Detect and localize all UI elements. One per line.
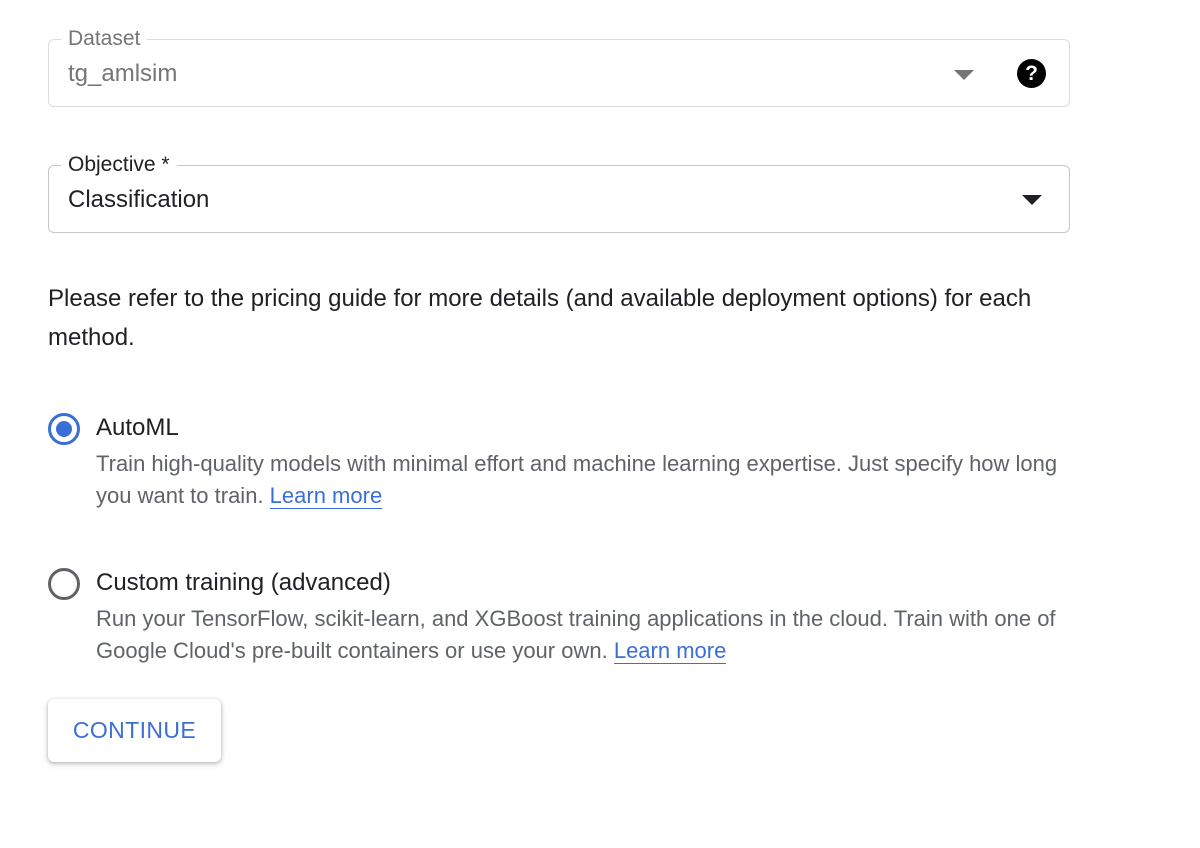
automl-title: AutoML bbox=[96, 414, 179, 441]
automl-radio[interactable] bbox=[48, 413, 80, 445]
dataset-label: Dataset bbox=[61, 26, 148, 52]
custom-training-learn-more-link[interactable]: Learn more bbox=[613, 638, 727, 664]
objective-label: Objective * bbox=[61, 152, 177, 178]
pricing-info-text: Please refer to the pricing guide for mo… bbox=[48, 285, 1032, 351]
custom-training-description: Run your TensorFlow, scikit-learn, and X… bbox=[96, 603, 1076, 667]
automl-learn-more-link[interactable]: Learn more bbox=[269, 483, 383, 509]
help-icon[interactable]: ? bbox=[1017, 59, 1046, 88]
objective-value: Classification bbox=[68, 186, 210, 213]
dataset-select: Dataset tg_amlsim ? bbox=[48, 26, 1070, 107]
automl-description-text: Train high-quality models with minimal e… bbox=[96, 451, 1058, 508]
arrow-drop-down-icon bbox=[954, 70, 974, 80]
continue-button[interactable]: CONTINUE bbox=[48, 699, 221, 762]
objective-select[interactable]: Objective * Classification bbox=[48, 152, 1070, 233]
custom-training-description-text: Run your TensorFlow, scikit-learn, and X… bbox=[96, 606, 1056, 663]
training-setup-panel: Dataset tg_amlsim ? Objective * Classifi… bbox=[0, 0, 1200, 848]
automl-description: Train high-quality models with minimal e… bbox=[96, 448, 1076, 512]
dataset-value: tg_amlsim bbox=[68, 60, 178, 87]
arrow-drop-down-icon[interactable] bbox=[1022, 195, 1042, 205]
custom-training-radio[interactable] bbox=[48, 568, 80, 600]
custom-training-title: Custom training (advanced) bbox=[96, 569, 391, 596]
